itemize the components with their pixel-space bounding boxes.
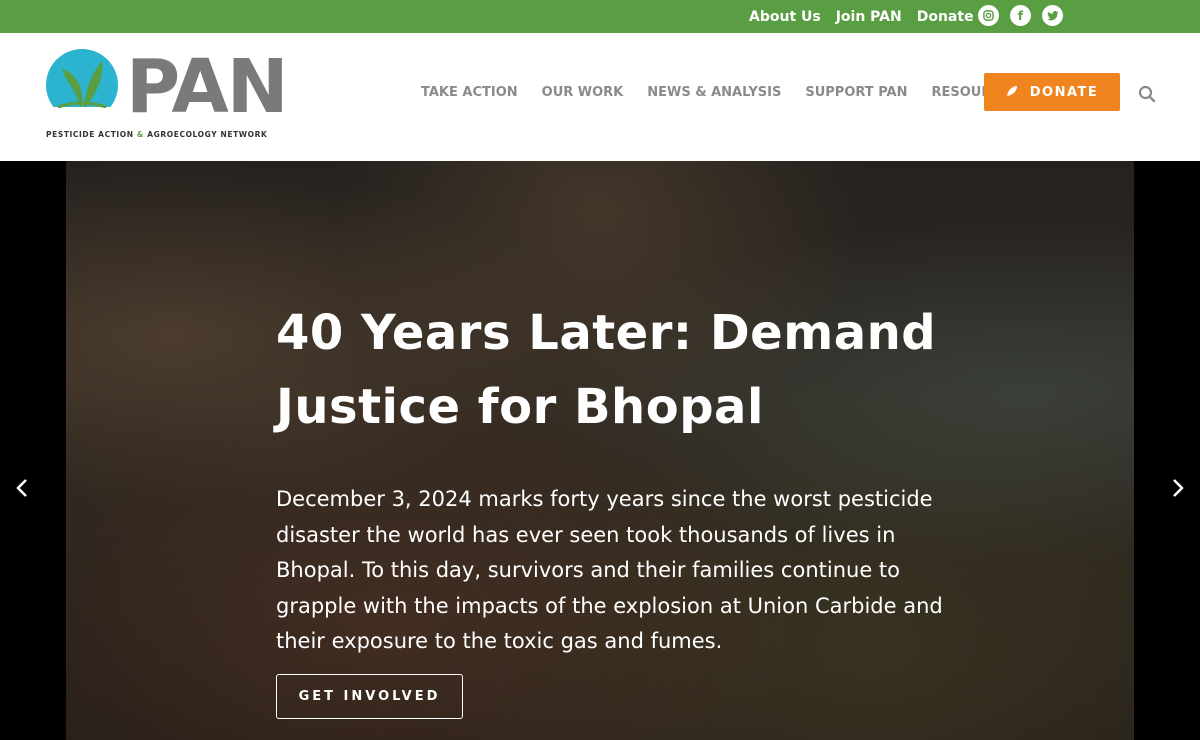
- get-involved-button[interactable]: GET INVOLVED: [276, 674, 463, 719]
- logo-tagline: PESTICIDE ACTION & AGROECOLOGY NETWORK: [46, 130, 267, 139]
- nav-news-analysis[interactable]: NEWS & ANALYSIS: [647, 85, 781, 100]
- donate-button-label: DONATE: [1029, 84, 1099, 100]
- top-utility-bar: About Us Join PAN Donate f: [0, 0, 1200, 33]
- pan-logo[interactable]: PAN PESTICIDE ACTION & AGROECOLOGY NETWO…: [46, 47, 289, 141]
- logo-wordmark: PAN: [126, 44, 289, 130]
- join-pan-link[interactable]: Join PAN: [836, 9, 902, 25]
- nav-our-work[interactable]: OUR WORK: [542, 85, 624, 100]
- twitter-icon[interactable]: [1042, 5, 1063, 26]
- nav-take-action[interactable]: TAKE ACTION: [421, 85, 518, 100]
- chevron-left-icon[interactable]: [12, 478, 32, 502]
- tagline-part-b: AGROECOLOGY NETWORK: [147, 130, 268, 139]
- facebook-icon[interactable]: f: [1010, 5, 1031, 26]
- main-nav: TAKE ACTION OUR WORK NEWS & ANALYSIS SUP…: [421, 85, 1043, 100]
- instagram-icon[interactable]: [978, 5, 999, 26]
- hero-description: December 3, 2024 marks forty years since…: [276, 487, 943, 653]
- leaf-icon: [1006, 85, 1018, 100]
- tagline-part-a: PESTICIDE ACTION: [46, 130, 134, 139]
- hero-slide: 40 Years Later: Demand Justice for Bhopa…: [66, 161, 1134, 740]
- donate-button[interactable]: DONATE: [984, 73, 1120, 111]
- donate-link[interactable]: Donate: [917, 9, 974, 25]
- chevron-right-icon[interactable]: [1168, 478, 1188, 502]
- tagline-amp: &: [136, 130, 145, 139]
- hero-title: 40 Years Later: Demand Justice for Bhopa…: [276, 305, 937, 435]
- hero-content: 40 Years Later: Demand Justice for Bhopa…: [276, 296, 976, 660]
- site-header: PAN PESTICIDE ACTION & AGROECOLOGY NETWO…: [0, 33, 1200, 161]
- about-us-link[interactable]: About Us: [749, 9, 821, 25]
- nav-support-pan[interactable]: SUPPORT PAN: [805, 85, 907, 100]
- search-icon[interactable]: [1138, 85, 1156, 103]
- utility-links: About Us Join PAN Donate: [749, 0, 989, 33]
